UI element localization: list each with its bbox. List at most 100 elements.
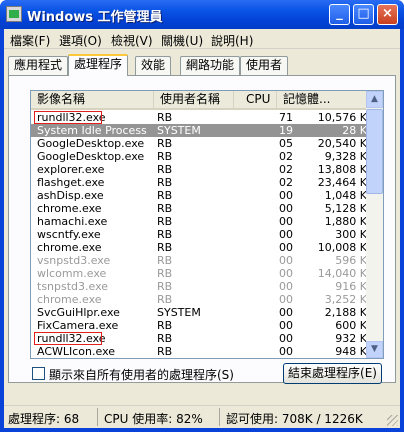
- process-memory: 28 K: [342, 124, 367, 137]
- process-memory: 948 K: [335, 345, 367, 358]
- table-row[interactable]: vsnpstd3.exe RB 00 596 K: [31, 254, 369, 267]
- process-memory: 14,040 K: [317, 267, 367, 280]
- close-button[interactable]: ×: [377, 4, 398, 25]
- process-name: GoogleDesktop.exe: [37, 137, 145, 150]
- process-cpu: 05: [279, 137, 293, 150]
- process-name: vsnpstd3.exe: [37, 254, 111, 267]
- menu-options[interactable]: 選項(O): [59, 32, 102, 49]
- resize-grip-icon[interactable]: [387, 415, 398, 426]
- process-user: RB: [157, 150, 173, 163]
- process-name: chrome.exe: [37, 241, 102, 254]
- table-row[interactable]: FixCamera.exe RB 00 600 K: [31, 319, 369, 332]
- process-memory: 596 K: [335, 254, 367, 267]
- process-user: SYSTEM: [157, 124, 201, 137]
- scroll-down-button[interactable]: ▼: [366, 341, 383, 358]
- process-cpu: 00: [279, 215, 293, 228]
- process-memory: 9,328 K: [324, 150, 367, 163]
- status-commit-charge: 認可使用: 708K / 1226K: [226, 412, 363, 426]
- process-name: SvcGuiHlpr.exe: [37, 306, 120, 319]
- process-memory: 10,008 K: [317, 241, 367, 254]
- status-process-count: 處理程序: 68: [8, 412, 80, 426]
- process-user: RB: [157, 280, 173, 293]
- tab-processes[interactable]: 處理程序: [68, 54, 129, 76]
- process-name: flashget.exe: [37, 176, 105, 189]
- table-row[interactable]: System Idle Process SYSTEM 19 28 K: [31, 124, 369, 137]
- process-name: GoogleDesktop.exe: [37, 150, 145, 163]
- menu-help[interactable]: 說明(H): [211, 32, 253, 49]
- column-user-name[interactable]: 使用者名稱: [154, 91, 234, 108]
- title-bar[interactable]: Windows 工作管理員 _ □ ×: [0, 0, 404, 29]
- table-row[interactable]: GoogleDesktop.exe RB 05 20,540 K: [31, 137, 369, 150]
- process-user: RB: [157, 176, 173, 189]
- table-row[interactable]: flashget.exe RB 02 23,464 K: [31, 176, 369, 189]
- table-row[interactable]: hamachi.exe RB 00 1,880 K: [31, 215, 369, 228]
- process-memory: 13,808 K: [317, 163, 367, 176]
- table-row[interactable]: chrome.exe RB 00 5,128 K: [31, 202, 369, 215]
- table-row[interactable]: tsnpstd3.exe RB 00 916 K: [31, 280, 369, 293]
- menu-view[interactable]: 檢視(V): [111, 32, 153, 49]
- process-list[interactable]: 影像名稱 使用者名稱 CPU 記憶體... rundll32.exe RB 71 10…: [30, 90, 384, 359]
- list-header: 影像名稱 使用者名稱 CPU 記憶體...: [31, 91, 369, 110]
- show-all-users-checkbox[interactable]: [32, 367, 45, 380]
- minimize-button[interactable]: _: [329, 4, 350, 25]
- process-memory: 600 K: [335, 319, 367, 332]
- process-memory: 300 K: [335, 228, 367, 241]
- tab-networking[interactable]: 網路功能: [180, 56, 241, 75]
- menu-shutdown[interactable]: 關機(U): [161, 32, 203, 49]
- process-cpu: 00: [279, 189, 293, 202]
- table-row[interactable]: GoogleDesktop.exe RB 02 9,328 K: [31, 150, 369, 163]
- table-row[interactable]: chrome.exe RB 00 10,008 K: [31, 241, 369, 254]
- highlight-box: [34, 111, 102, 124]
- end-process-button[interactable]: 結束處理程序(E): [283, 363, 382, 384]
- menu-bar: 檔案(F) 選項(O) 檢視(V) 關機(U) 說明(H): [4, 29, 400, 49]
- highlight-box: [34, 332, 102, 345]
- scroll-thumb[interactable]: [366, 109, 383, 194]
- table-row[interactable]: wscntfy.exe RB 00 300 K: [31, 228, 369, 241]
- process-cpu: 00: [279, 280, 293, 293]
- status-divider: [219, 408, 220, 426]
- process-user: RB: [157, 202, 173, 215]
- process-user: RB: [157, 111, 173, 124]
- column-memory[interactable]: 記憶體...: [277, 91, 369, 108]
- status-bar: 處理程序: 68 CPU 使用率: 82% 認可使用: 708K / 1226K: [4, 405, 400, 428]
- process-memory: 5,128 K: [324, 202, 367, 215]
- process-name: wscntfy.exe: [37, 228, 101, 241]
- table-row[interactable]: wlcomm.exe RB 00 14,040 K: [31, 267, 369, 280]
- process-cpu: 02: [279, 163, 293, 176]
- table-row[interactable]: chrome.exe RB 00 3,252 K: [31, 293, 369, 306]
- process-cpu: 00: [279, 254, 293, 267]
- process-memory: 2,188 K: [324, 306, 367, 319]
- process-name: hamachi.exe: [37, 215, 108, 228]
- column-image-name[interactable]: 影像名稱: [31, 91, 154, 108]
- process-cpu: 00: [279, 267, 293, 280]
- process-memory: 1,048 K: [324, 189, 367, 202]
- maximize-icon: □: [357, 6, 370, 21]
- table-row[interactable]: ACWLIcon.exe RB 00 948 K: [31, 345, 369, 358]
- table-row[interactable]: rundll32.exe RB 71 10,576 K: [31, 111, 369, 124]
- scroll-up-icon: ▲: [371, 94, 378, 104]
- scroll-up-button[interactable]: ▲: [366, 91, 383, 108]
- process-user: RB: [157, 163, 173, 176]
- table-row[interactable]: SvcGuiHlpr.exe SYSTEM 00 2,188 K: [31, 306, 369, 319]
- maximize-button[interactable]: □: [353, 4, 374, 25]
- table-row[interactable]: explorer.exe RB 02 13,808 K: [31, 163, 369, 176]
- tab-applications[interactable]: 應用程式: [8, 56, 69, 75]
- process-memory: 23,464 K: [317, 176, 367, 189]
- tab-users[interactable]: 使用者: [240, 56, 289, 75]
- process-name: chrome.exe: [37, 293, 102, 306]
- status-cpu-usage: CPU 使用率: 82%: [104, 412, 203, 426]
- process-memory: 3,252 K: [324, 293, 367, 306]
- task-manager-icon: [6, 6, 22, 22]
- process-cpu: 00: [279, 332, 293, 345]
- table-row[interactable]: rundll32.exe RB 00 932 K: [31, 332, 369, 345]
- menu-file[interactable]: 檔案(F): [10, 32, 50, 49]
- process-name: tsnpstd3.exe: [37, 280, 109, 293]
- process-name: ACWLIcon.exe: [37, 345, 116, 358]
- table-row[interactable]: ashDisp.exe RB 00 1,048 K: [31, 189, 369, 202]
- process-user: RB: [157, 189, 173, 202]
- process-cpu: 00: [279, 306, 293, 319]
- tab-performance[interactable]: 效能: [135, 56, 172, 75]
- column-cpu[interactable]: CPU: [234, 91, 277, 108]
- process-cpu: 00: [279, 293, 293, 306]
- vertical-scrollbar[interactable]: ▲ ▼: [366, 91, 383, 358]
